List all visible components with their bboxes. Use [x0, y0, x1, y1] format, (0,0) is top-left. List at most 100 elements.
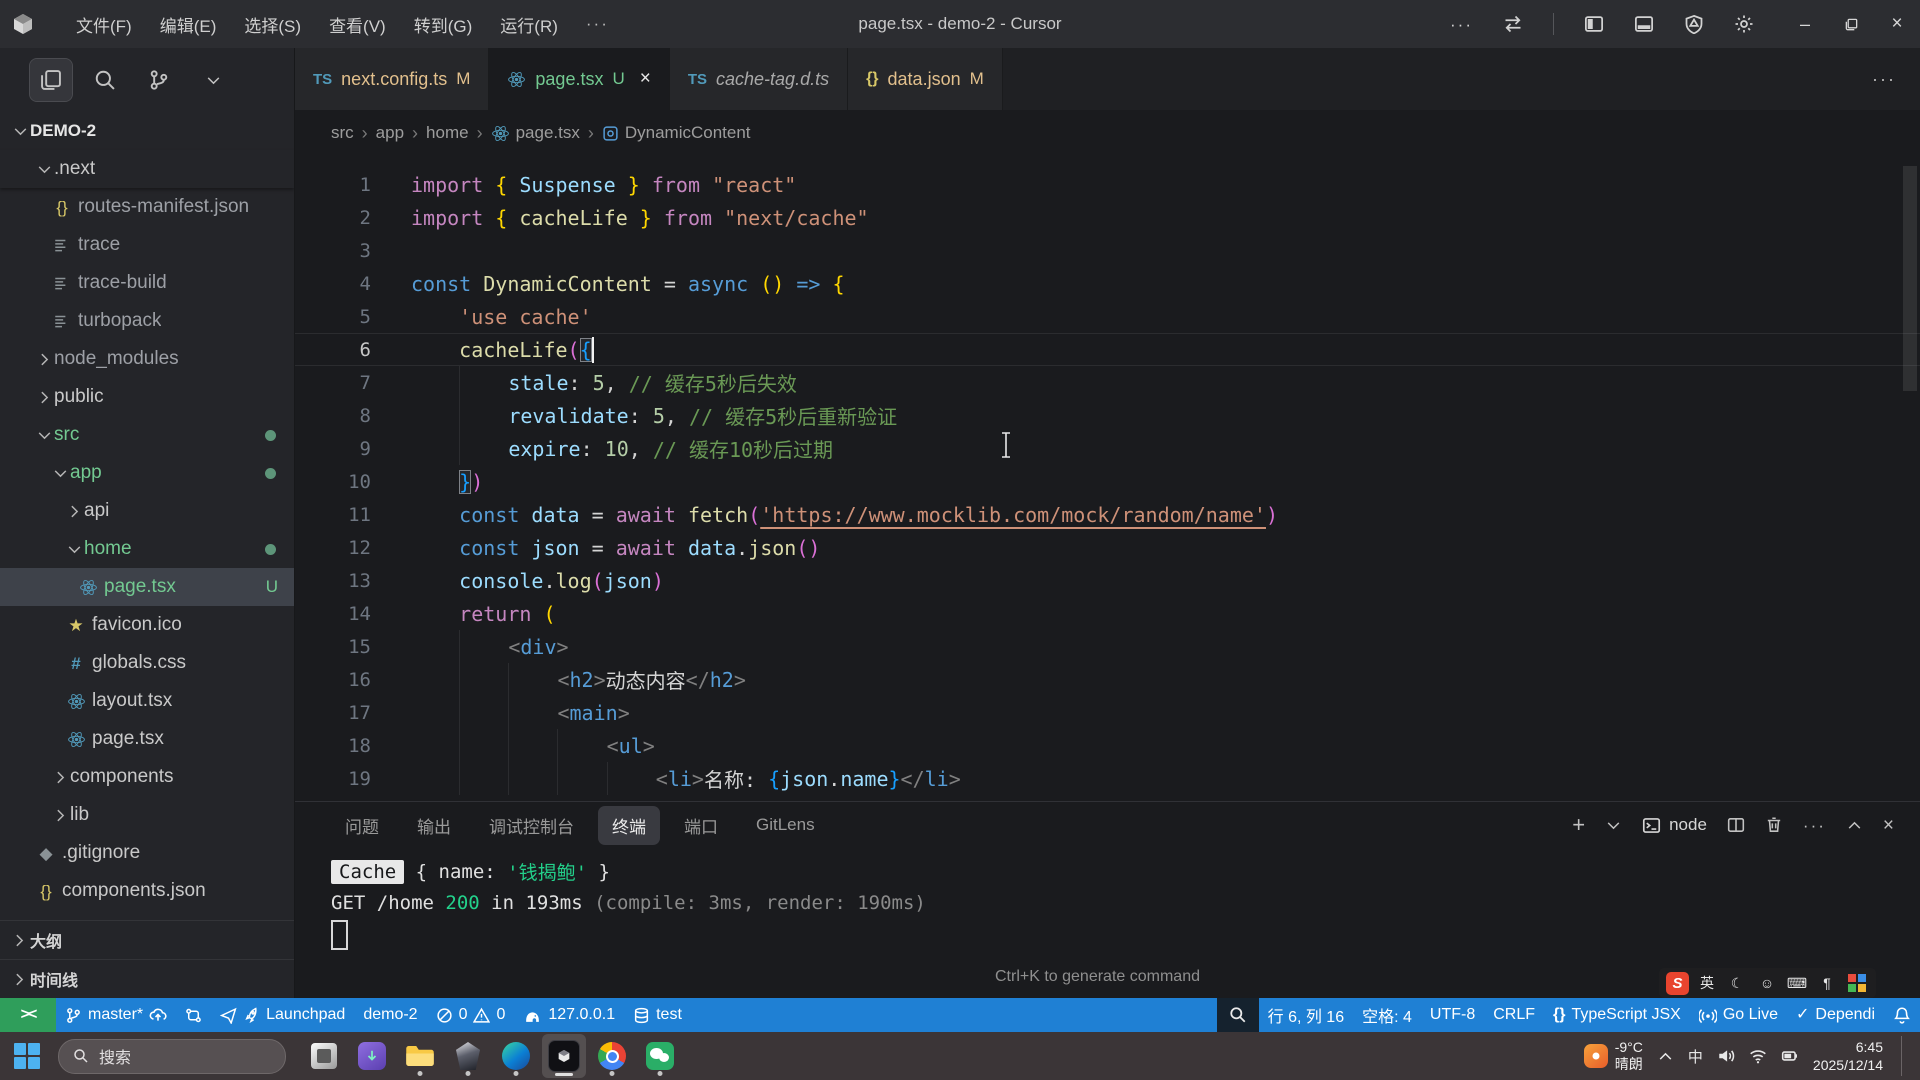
shield-icon[interactable]: [1684, 14, 1704, 34]
tree-item-api[interactable]: api: [0, 492, 294, 530]
taskbar-app-wechat[interactable]: [638, 1034, 682, 1078]
gear-icon[interactable]: [1734, 14, 1754, 34]
breadcrumb-page.tsx[interactable]: page.tsx: [491, 123, 580, 143]
tree-item-src[interactable]: src: [0, 416, 294, 454]
tray-hidden-icons[interactable]: [1657, 1048, 1674, 1065]
ellipsis-icon[interactable]: ···: [1450, 16, 1473, 33]
code-editor[interactable]: 1import { Suspense } from "react"2import…: [295, 156, 1920, 801]
panel-tab-调试控制台[interactable]: 调试控制台: [475, 806, 588, 845]
taskbar-app-purple-app[interactable]: [350, 1034, 394, 1078]
statusbar-language-mode[interactable]: {}TypeScript JSX: [1544, 998, 1690, 1032]
minimize-button[interactable]: –: [1782, 0, 1828, 48]
taskbar-app-edge[interactable]: [494, 1034, 538, 1078]
statusbar-cursor-position[interactable]: 行 6, 列 16: [1259, 998, 1353, 1032]
activity-source-control[interactable]: [138, 59, 180, 101]
statusbar-launchpad[interactable]: Launchpad: [211, 998, 354, 1032]
taskbar-clock[interactable]: 6:45 2025/12/14: [1813, 1038, 1883, 1074]
plus-icon[interactable]: +: [1572, 814, 1585, 836]
tree-item-components[interactable]: components: [0, 758, 294, 796]
remote-indicator[interactable]: ><: [0, 998, 56, 1032]
show-desktop-button[interactable]: [1901, 1036, 1906, 1076]
start-button[interactable]: [4, 1034, 50, 1078]
statusbar-encoding[interactable]: UTF-8: [1421, 998, 1484, 1032]
taskbar-search[interactable]: 搜索: [58, 1039, 286, 1074]
ellipsis-icon[interactable]: ···: [1803, 817, 1826, 834]
editor-scrollbar[interactable]: [1903, 160, 1917, 797]
statusbar-gitlens-compare[interactable]: [176, 998, 211, 1032]
maximize-button[interactable]: [1828, 0, 1874, 48]
statusbar-git-branch[interactable]: master*: [56, 998, 176, 1032]
sogou-ime-icon[interactable]: S: [1666, 972, 1689, 995]
tree-item-page.tsx[interactable]: page.tsxU: [0, 568, 294, 606]
ime-glyph-0[interactable]: 英: [1695, 971, 1719, 995]
statusbar-eol[interactable]: CRLF: [1484, 998, 1544, 1032]
tree-item-turbopack[interactable]: turbopack: [0, 302, 294, 340]
sidebar-section-大纲[interactable]: 大纲: [0, 920, 294, 959]
tree-item-routes-manifest.json[interactable]: {}routes-manifest.json: [0, 188, 294, 226]
trash-icon[interactable]: [1765, 816, 1783, 834]
sync-icon[interactable]: [1503, 14, 1523, 34]
activity-chevron-down[interactable]: [192, 59, 234, 101]
breadcrumb-home[interactable]: home: [426, 123, 469, 143]
statusbar-dependi[interactable]: ✓Dependi: [1787, 998, 1884, 1032]
menu-more[interactable]: ···: [572, 14, 623, 34]
activity-search[interactable]: [84, 59, 126, 101]
tab-data.json[interactable]: {}data.jsonM: [848, 48, 1003, 110]
taskbar-app-obsidian[interactable]: [446, 1034, 490, 1078]
taskbar-app-task-view[interactable]: [302, 1034, 346, 1078]
layout-panel-icon[interactable]: [1634, 14, 1654, 34]
statusbar-database[interactable]: test: [624, 998, 691, 1032]
menu-item-1[interactable]: 编辑(E): [146, 12, 231, 37]
tray-volume[interactable]: [1717, 1047, 1735, 1065]
tree-item-trace[interactable]: trace: [0, 226, 294, 264]
chevron-down-icon[interactable]: [1605, 817, 1622, 834]
menu-item-0[interactable]: 文件(F): [62, 12, 146, 37]
tree-item-trace-build[interactable]: trace-build: [0, 264, 294, 302]
split-icon[interactable]: [1727, 816, 1745, 834]
panel-tab-GitLens[interactable]: GitLens: [742, 808, 829, 842]
chevron-up-icon[interactable]: [1846, 817, 1863, 834]
menu-item-5[interactable]: 运行(R): [486, 12, 572, 37]
statusbar-postgres[interactable]: 127.0.0.1: [514, 998, 624, 1032]
statusbar-problems[interactable]: 00: [427, 998, 515, 1032]
tree-item-node_modules[interactable]: node_modules: [0, 340, 294, 378]
close-button[interactable]: ×: [1874, 0, 1920, 48]
ime-glyph-1[interactable]: ☾: [1725, 971, 1749, 995]
tree-item-DEMO-2[interactable]: DEMO-2: [0, 112, 294, 150]
tree-item-globals.css[interactable]: #globals.css: [0, 644, 294, 682]
tree-item-components.json[interactable]: {}components.json: [0, 872, 294, 910]
menu-item-2[interactable]: 选择(S): [230, 12, 315, 37]
tree-item-.gitignore[interactable]: ◆.gitignore: [0, 834, 294, 872]
weather-widget[interactable]: -9°C 晴朗: [1584, 1039, 1643, 1074]
sidebar-section-时间线[interactable]: 时间线: [0, 959, 294, 998]
statusbar-go-live[interactable]: Go Live: [1690, 998, 1787, 1032]
layout-sidebar-icon[interactable]: [1584, 14, 1604, 34]
statusbar-repo[interactable]: demo-2: [354, 998, 426, 1032]
tray-network[interactable]: [1749, 1047, 1767, 1065]
breadcrumb-DynamicContent[interactable]: DynamicContent: [602, 123, 751, 143]
tree-item-page.tsx[interactable]: page.tsx: [0, 720, 294, 758]
menu-item-3[interactable]: 查看(V): [315, 12, 400, 37]
tree-item-app[interactable]: app: [0, 454, 294, 492]
tray-ime-mode[interactable]: 中: [1688, 1046, 1703, 1067]
scrollbar-thumb[interactable]: [1903, 166, 1917, 391]
tree-item-lib[interactable]: lib: [0, 796, 294, 834]
magnifier-overlay-icon[interactable]: [1217, 998, 1259, 1032]
breadcrumb-app[interactable]: app: [376, 123, 404, 143]
panel-tab-问题[interactable]: 问题: [331, 806, 393, 845]
activity-files[interactable]: [30, 59, 72, 101]
tree-item-public[interactable]: public: [0, 378, 294, 416]
tab-close-icon[interactable]: ×: [640, 68, 651, 90]
taskbar-app-chrome[interactable]: [590, 1034, 634, 1078]
taskbar-app-cursor[interactable]: [542, 1034, 586, 1078]
tree-item-home[interactable]: home: [0, 530, 294, 568]
close-icon[interactable]: ×: [1883, 816, 1894, 835]
panel-tab-输出[interactable]: 输出: [403, 806, 465, 845]
ime-glyph-4[interactable]: ¶: [1815, 971, 1839, 995]
terminal-shell-selector[interactable]: node: [1642, 815, 1707, 835]
menu-item-4[interactable]: 转到(G): [400, 12, 487, 37]
tree-item-layout.tsx[interactable]: layout.tsx: [0, 682, 294, 720]
tab-cache-tag.d.ts[interactable]: TScache-tag.d.ts: [670, 48, 848, 110]
ime-glyph-2[interactable]: ☺: [1755, 971, 1779, 995]
panel-tab-端口[interactable]: 端口: [670, 806, 732, 845]
